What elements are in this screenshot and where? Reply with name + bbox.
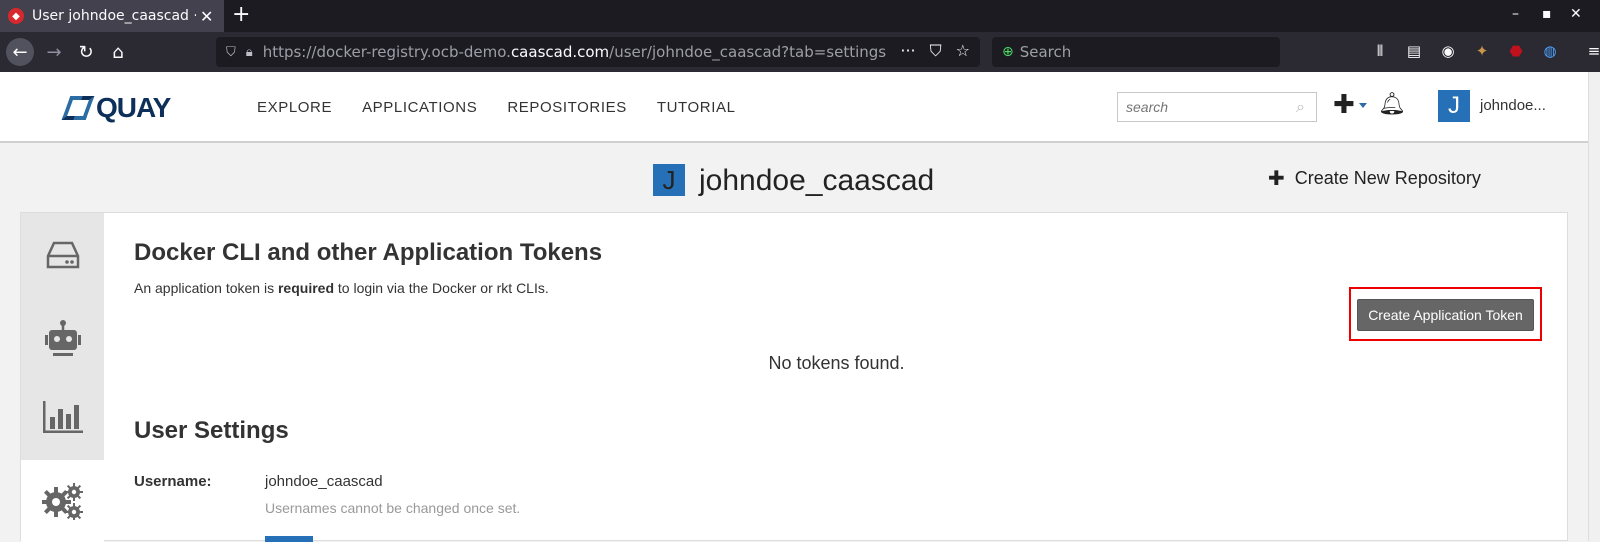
- home-icon[interactable]: ⌂: [104, 39, 132, 65]
- notifications-bell-icon[interactable]: 🔔︎: [1378, 92, 1406, 117]
- sidebar-item-usage[interactable]: [21, 378, 104, 456]
- quay-favicon-icon: ◆: [8, 8, 24, 24]
- sidebar-item-settings[interactable]: [21, 460, 104, 542]
- username-label: Username:: [134, 473, 212, 490]
- create-application-token-button[interactable]: Create Application Token: [1357, 299, 1534, 331]
- hard-drive-icon: [46, 241, 79, 269]
- new-tab-icon[interactable]: +: [232, 2, 250, 27]
- desc-bold: required: [277, 280, 334, 296]
- sidebar-item-repositories[interactable]: [21, 216, 104, 294]
- username-value: johndoe_caascad: [265, 473, 383, 490]
- header-avatar[interactable]: J: [1438, 90, 1470, 122]
- username-help-text: Usernames cannot be changed once set.: [265, 500, 521, 516]
- nav-applications[interactable]: APPLICATIONS: [362, 99, 477, 116]
- back-icon[interactable]: ←: [6, 38, 34, 66]
- extension-icon[interactable]: ✦: [1472, 42, 1492, 60]
- app-search-box: ⌕: [1117, 92, 1317, 122]
- nav-tutorial[interactable]: TUTORIAL: [657, 99, 736, 116]
- close-window-icon[interactable]: ✕: [1570, 6, 1582, 22]
- forward-icon[interactable]: →: [40, 39, 68, 65]
- header-username[interactable]: johndoe...: [1480, 97, 1546, 114]
- browser-search-box[interactable]: ⊕ Search: [992, 37, 1280, 67]
- quay-logo[interactable]: QUAY: [61, 92, 171, 124]
- main-nav: EXPLORE APPLICATIONS REPOSITORIES TUTORI…: [257, 99, 736, 116]
- page-title: johndoe_caascad: [699, 164, 935, 197]
- more-actions-icon[interactable]: ···: [900, 41, 915, 61]
- shield-icon[interactable]: ⛉: [226, 45, 236, 60]
- settings-card: Docker CLI and other Application Tokens …: [20, 212, 1568, 542]
- bookmark-star-icon[interactable]: ☆: [956, 41, 970, 61]
- browser-search-placeholder: Search: [1019, 43, 1072, 61]
- search-icon[interactable]: ⌕: [1296, 97, 1305, 117]
- browser-tab[interactable]: ◆ User johndoe_caascad · Quay ✕: [0, 0, 224, 32]
- maximize-icon[interactable]: ▪: [1542, 6, 1552, 22]
- sidebar-icon[interactable]: ▤: [1404, 42, 1424, 60]
- chevron-down-icon[interactable]: [1359, 103, 1367, 108]
- password-manager-icon[interactable]: ◍: [1540, 42, 1560, 60]
- highlight-box: Create Application Token: [1349, 287, 1542, 341]
- quay-logo-icon: [61, 94, 95, 122]
- tokens-description: An application token is required to logi…: [134, 280, 549, 296]
- search-engine-icon: ⊕: [1002, 44, 1014, 60]
- sidebar-tabs: [21, 213, 104, 542]
- desc-text-2: to login via the Docker or rkt CLIs.: [334, 280, 549, 296]
- no-tokens-message: No tokens found.: [768, 353, 905, 373]
- app-header: QUAY EXPLORE APPLICATIONS REPOSITORIES T…: [0, 72, 1588, 143]
- browser-tab-bar: ◆ User johndoe_caascad · Quay ✕ + – ▪ ✕: [0, 0, 1600, 32]
- bar-chart-icon: [42, 401, 83, 433]
- user-avatar: J: [653, 164, 685, 196]
- logo-text: QUAY: [96, 92, 171, 123]
- page-scrollbar[interactable]: [1588, 72, 1600, 541]
- gears-icon: [41, 483, 83, 520]
- app-search-input[interactable]: [1126, 99, 1296, 115]
- url-text[interactable]: https://docker-registry.ocb-demo.caascad…: [263, 43, 886, 61]
- library-icon[interactable]: ⫴: [1370, 42, 1390, 60]
- plus-icon: ✚: [1268, 166, 1285, 190]
- tokens-section-title: Docker CLI and other Application Tokens: [134, 239, 603, 266]
- create-repo-label: Create New Repository: [1294, 167, 1481, 188]
- browser-toolbar: ← → ↻ ⌂ ⛉ 🔒︎ https://docker-registry.ocb…: [0, 32, 1600, 72]
- ublock-icon[interactable]: ⬣: [1506, 42, 1526, 60]
- user-settings-title: User Settings: [134, 417, 289, 444]
- lock-icon[interactable]: 🔒︎: [246, 45, 253, 60]
- robot-icon: [44, 320, 81, 356]
- url-domain: caascad.com: [510, 43, 610, 61]
- create-plus-icon[interactable]: ✚: [1333, 90, 1355, 120]
- url-bar[interactable]: ⛉ 🔒︎ https://docker-registry.ocb-demo.ca…: [216, 37, 980, 67]
- account-icon[interactable]: ◉: [1438, 42, 1458, 60]
- desc-text-1: An application token is: [134, 280, 278, 296]
- pocket-icon[interactable]: ⛉: [930, 41, 942, 61]
- reload-icon[interactable]: ↻: [72, 39, 100, 65]
- minimize-icon[interactable]: –: [1512, 6, 1519, 22]
- tab-title: User johndoe_caascad · Quay: [32, 8, 196, 24]
- tab-close-icon[interactable]: ✕: [200, 7, 213, 26]
- create-new-repository-link[interactable]: ✚ Create New Repository: [1268, 166, 1481, 190]
- menu-icon[interactable]: ≡: [1584, 42, 1600, 60]
- url-path: /user/johndoe_caascad?tab=settings: [609, 43, 887, 61]
- nav-explore[interactable]: EXPLORE: [257, 99, 332, 116]
- nav-repositories[interactable]: REPOSITORIES: [507, 99, 626, 116]
- url-prefix: https://docker-registry.ocb-demo.: [262, 43, 511, 61]
- settings-action-button[interactable]: [265, 536, 313, 542]
